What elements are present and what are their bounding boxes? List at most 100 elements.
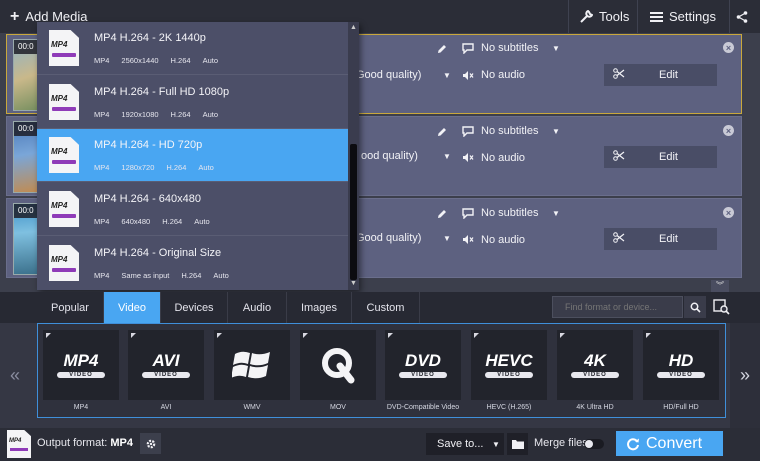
open-folder-button[interactable] [507, 433, 528, 455]
mp4-file-icon: MP4 [49, 245, 79, 281]
edit-button[interactable]: Edit [604, 64, 717, 86]
dropdown-scrollbar[interactable]: ▲ ▼ [348, 22, 359, 290]
dvd-logo-icon: DVD VIDEO [399, 352, 447, 378]
format-tile-wmv[interactable]: WMV [214, 330, 290, 414]
speaker-icon [462, 232, 475, 250]
menu-icon [650, 11, 663, 22]
mp4-logo-icon: MP4 VIDEO [57, 352, 105, 378]
preset-meta: MP4 1920x1080 H.264 Auto [94, 110, 218, 119]
subtitles-select[interactable]: No subtitles [481, 125, 538, 137]
merge-files-toggle[interactable] [584, 439, 604, 449]
windows-logo-icon [232, 351, 270, 379]
avi-logo-icon: AVI VIDEO [142, 352, 190, 378]
formats-grid: MP4 VIDEO MP4 AVI VIDEO AVI WMV MOV DVD VID… [37, 323, 726, 418]
format-label: 4K Ultra HD [576, 404, 614, 411]
scroll-down-icon[interactable]: ▼ [350, 280, 357, 287]
subtitles-caret-icon[interactable]: ▼ [552, 209, 560, 218]
subtitles-icon [462, 41, 474, 59]
mp4-file-icon: MP4 [49, 137, 79, 173]
quality-select[interactable]: Good quality) [356, 69, 421, 81]
preset-meta: MP4 640x480 H.264 Auto [94, 217, 210, 226]
edit-button[interactable]: Edit [604, 146, 717, 168]
format-tile-4k[interactable]: 4K VIDEO 4K Ultra HD [557, 330, 633, 414]
remove-file-close-icon[interactable]: × [723, 125, 734, 136]
preset-option[interactable]: MP4 MP4 H.264 - Full HD 1080p MP4 1920x10… [37, 76, 348, 129]
rename-pencil-icon[interactable] [437, 124, 447, 142]
search-button[interactable] [684, 296, 706, 318]
tab-video[interactable]: Video [104, 292, 161, 323]
preset-meta: MP4 Same as input H.264 Auto [94, 271, 229, 280]
preset-title: MP4 H.264 - Original Size [94, 247, 222, 259]
subtitles-caret-icon[interactable]: ▼ [552, 44, 560, 53]
scroll-up-icon[interactable]: ▲ [350, 24, 357, 31]
4k-logo-icon: 4K VIDEO [571, 352, 619, 378]
audio-select[interactable]: No audio [481, 234, 525, 246]
convert-button[interactable]: Convert [616, 431, 723, 456]
format-label: AVI [160, 404, 172, 411]
tab-popular[interactable]: Popular [37, 292, 104, 323]
settings-label: Settings [669, 9, 716, 24]
device-search-icon [713, 299, 730, 315]
next-formats-chevron-icon[interactable]: » [730, 323, 760, 428]
save-to-caret-icon: ▼ [492, 439, 500, 449]
folder-icon [511, 440, 524, 449]
format-search-input[interactable] [552, 296, 683, 318]
quality-caret-icon[interactable]: ▼ [443, 71, 451, 80]
preset-meta: MP4 2560x1440 H.264 Auto [94, 56, 218, 65]
format-tile-dvd[interactable]: DVD VIDEO DVD-Compatible Video [385, 330, 461, 414]
subtitles-select[interactable]: No subtitles [481, 42, 538, 54]
format-label: DVD-Compatible Video [386, 404, 460, 411]
output-settings-button[interactable] [140, 433, 161, 454]
edit-label: Edit [659, 151, 678, 163]
share-button[interactable] [729, 0, 760, 33]
format-tile-mp4[interactable]: MP4 VIDEO MP4 [43, 330, 119, 414]
search-icon [690, 302, 701, 313]
format-tile-hd[interactable]: HD VIDEO HD/Full HD [643, 330, 719, 414]
preset-option-selected[interactable]: MP4 MP4 H.264 - HD 720p MP4 1280x720 H.264… [37, 129, 348, 182]
preset-option[interactable]: MP4 MP4 H.264 - Original Size MP4 Same as… [37, 237, 348, 290]
audio-select[interactable]: No audio [481, 69, 525, 81]
plus-icon: + [10, 7, 20, 25]
wrench-icon [580, 9, 593, 23]
audio-select[interactable]: No audio [481, 152, 525, 164]
mp4-file-icon: MP4 [49, 191, 79, 227]
preset-title: MP4 H.264 - 2K 1440p [94, 32, 206, 44]
format-tile-avi[interactable]: AVI VIDEO AVI [128, 330, 204, 414]
share-icon [736, 10, 748, 23]
tab-audio[interactable]: Audio [228, 292, 287, 323]
rename-pencil-icon[interactable] [437, 206, 447, 224]
scrollbar-thumb[interactable] [350, 144, 357, 280]
preset-title: MP4 H.264 - Full HD 1080p [94, 86, 230, 98]
tools-button[interactable]: Tools [568, 0, 637, 33]
collapse-panel-chevron-icon[interactable]: ︾ [711, 280, 729, 292]
edit-label: Edit [659, 233, 678, 245]
gear-icon [146, 439, 155, 448]
quality-select[interactable]: ood quality) [361, 150, 418, 162]
preset-option[interactable]: MP4 MP4 H.264 - 640x480 MP4 640x480 H.264 A… [37, 183, 348, 236]
detect-device-button[interactable] [710, 296, 734, 318]
quicktime-logo-icon [322, 348, 355, 384]
quality-select[interactable]: Good quality) [356, 232, 421, 244]
rename-pencil-icon[interactable] [437, 41, 447, 59]
format-tile-hevc[interactable]: HEVC VIDEO HEVC (H.265) [471, 330, 547, 414]
subtitles-caret-icon[interactable]: ▼ [552, 127, 560, 136]
edit-button[interactable]: Edit [604, 228, 717, 250]
quality-caret-icon[interactable]: ▼ [443, 234, 451, 243]
remove-file-close-icon[interactable]: × [723, 207, 734, 218]
tab-images[interactable]: Images [287, 292, 352, 323]
remove-file-close-icon[interactable]: × [723, 42, 734, 53]
output-format-file-icon: MP4 [7, 430, 31, 458]
prev-formats-chevron-icon[interactable]: « [0, 323, 30, 428]
quality-caret-icon[interactable]: ▼ [443, 152, 451, 161]
formats-panel: « MP4 VIDEO MP4 AVI VIDEO AVI WMV MOV DVD V… [0, 323, 760, 428]
mp4-file-icon: MP4 [49, 30, 79, 66]
format-tile-mov[interactable]: MOV [300, 330, 376, 414]
subtitles-select[interactable]: No subtitles [481, 207, 538, 219]
scissors-icon [613, 68, 625, 82]
settings-button[interactable]: Settings [637, 0, 729, 33]
preset-option[interactable]: MP4 MP4 H.264 - 2K 1440p MP4 2560x1440 H.2… [37, 22, 348, 75]
save-to-button[interactable]: Save to... ▼ [426, 433, 504, 455]
tab-devices[interactable]: Devices [161, 292, 228, 323]
format-label: MP4 [73, 404, 89, 411]
tab-custom[interactable]: Custom [352, 292, 420, 323]
